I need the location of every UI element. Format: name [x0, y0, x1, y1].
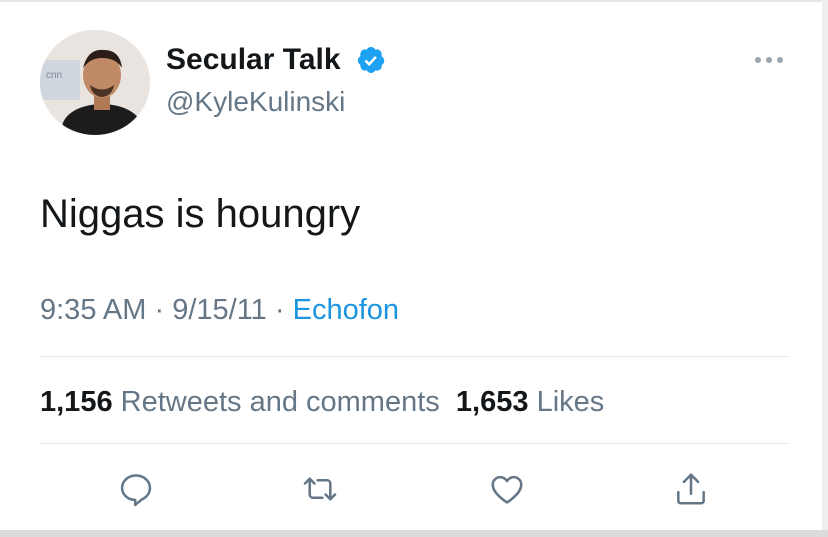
- meta-separator: ·: [274, 294, 285, 326]
- likes-stat[interactable]: 1,653 Likes: [456, 386, 604, 418]
- reply-button[interactable]: [114, 467, 158, 511]
- window-bottom-edge: [0, 530, 828, 537]
- retweet-button[interactable]: [298, 467, 342, 511]
- tweet-text: Niggas is houngry: [40, 192, 361, 236]
- display-name[interactable]: Secular Talk: [166, 43, 341, 77]
- avatar-background-sign: cnn: [46, 70, 62, 81]
- reply-icon: [120, 474, 152, 507]
- window-right-edge: [822, 0, 828, 537]
- retweets-count: 1,156: [40, 386, 113, 418]
- likes-count: 1,653: [455, 386, 529, 418]
- retweet-icon: [303, 477, 337, 501]
- meta-separator: ·: [154, 294, 165, 326]
- share-button[interactable]: [669, 467, 713, 511]
- tweet-source-link[interactable]: Echofon: [293, 294, 399, 326]
- share-icon: [677, 473, 705, 505]
- divider: [40, 356, 788, 357]
- avatar[interactable]: cnn: [40, 30, 150, 135]
- heart-icon: [491, 475, 523, 504]
- divider: [40, 443, 788, 444]
- user-handle[interactable]: @KyleKulinski: [166, 86, 345, 118]
- retweets-label: Retweets and comments: [120, 386, 440, 418]
- tweet-time: 9:35 AM: [40, 294, 147, 326]
- tweet-date: 9/15/11: [172, 294, 267, 326]
- tweet-metadata: 9:35 AM · 9/15/11 · Echofon: [40, 292, 399, 328]
- verified-badge-icon: [357, 47, 385, 73]
- engagement-stats: 1,156 Retweets and comments 1,653 Likes: [40, 384, 604, 420]
- retweets-stat[interactable]: 1,156 Retweets and comments: [40, 386, 440, 418]
- like-button[interactable]: [485, 467, 529, 511]
- window-top-edge: [0, 0, 828, 2]
- likes-label: Likes: [536, 386, 605, 418]
- more-horizontal-icon[interactable]: [752, 50, 786, 70]
- avatar-photo: cnn: [40, 30, 150, 135]
